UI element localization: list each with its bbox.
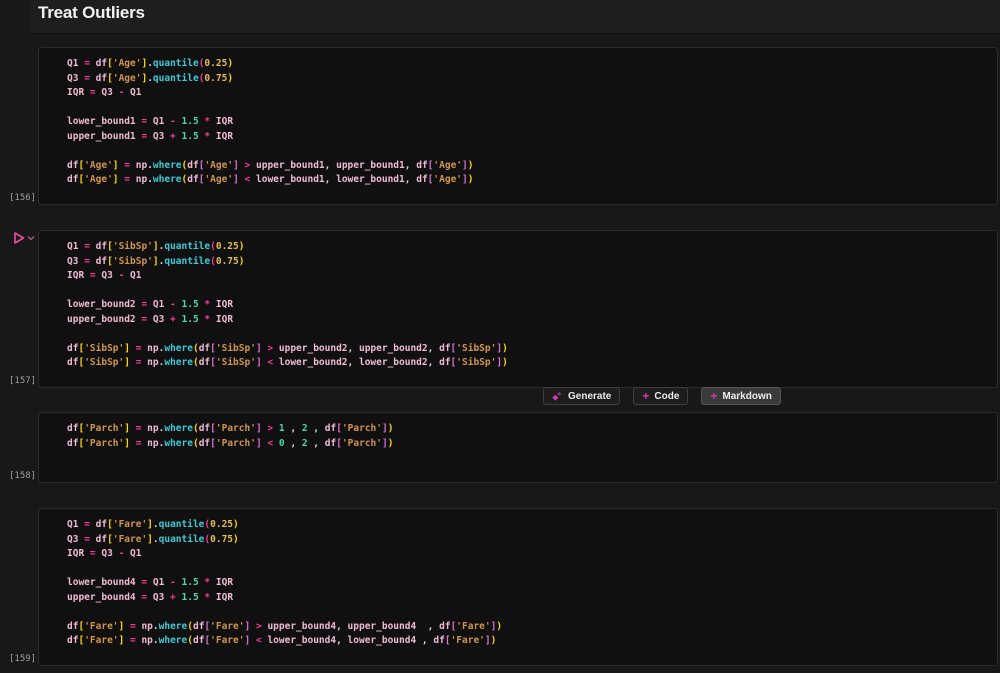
plus-icon: +: [642, 390, 649, 402]
code-line: Q1 = df['Fare'].quantile(0.25): [67, 518, 993, 533]
markdown-label: Markdown: [722, 391, 771, 402]
markdown-cell: Treat Outliers: [30, 0, 1000, 34]
code-cell-sibsp[interactable]: Q1 = df['SibSp'].quantile(0.25)Q3 = df['…: [38, 230, 998, 388]
generate-button[interactable]: Generate: [543, 387, 620, 405]
code-line: upper_bound2 = Q3 + 1.5 * IQR: [67, 313, 993, 328]
code-editor[interactable]: Q1 = df['Age'].quantile(0.25)Q3 = df['Ag…: [67, 57, 993, 188]
code-cell-fare[interactable]: Q1 = df['Fare'].quantile(0.25)Q3 = df['F…: [38, 508, 998, 666]
code-cell-parch[interactable]: df['Parch'] = np.where(df['Parch'] > 1 ,…: [38, 412, 998, 483]
code-line: upper_bound1 = Q3 + 1.5 * IQR: [67, 130, 993, 145]
code-line: df['SibSp'] = np.where(df['SibSp'] > upp…: [67, 342, 993, 357]
code-line: lower_bound1 = Q1 - 1.5 * IQR: [67, 115, 993, 130]
code-line: df['Age'] = np.where(df['Age'] < lower_b…: [67, 173, 993, 188]
code-line: [67, 327, 993, 342]
code-editor[interactable]: Q1 = df['SibSp'].quantile(0.25)Q3 = df['…: [67, 240, 993, 371]
code-line: df['Parch'] = np.where(df['Parch'] < 0 ,…: [67, 437, 993, 452]
execution-count: [158]: [9, 471, 37, 481]
code-line: Q1 = df['SibSp'].quantile(0.25): [67, 240, 993, 255]
add-markdown-cell-button[interactable]: + Markdown: [701, 387, 780, 405]
code-label: Code: [654, 391, 679, 402]
code-line: IQR = Q3 - Q1: [67, 547, 993, 562]
code-line: Q3 = df['Age'].quantile(0.75): [67, 72, 993, 87]
code-line: Q3 = df['SibSp'].quantile(0.75): [67, 255, 993, 270]
code-editor[interactable]: Q1 = df['Fare'].quantile(0.25)Q3 = df['F…: [67, 518, 993, 649]
code-line: Q3 = df['Fare'].quantile(0.75): [67, 533, 993, 548]
play-icon: [12, 231, 26, 245]
code-line: df['Parch'] = np.where(df['Parch'] > 1 ,…: [67, 422, 993, 437]
code-line: IQR = Q3 - Q1: [67, 86, 993, 101]
code-line: lower_bound4 = Q1 - 1.5 * IQR: [67, 576, 993, 591]
code-editor[interactable]: df['Parch'] = np.where(df['Parch'] > 1 ,…: [67, 422, 993, 451]
code-line: lower_bound2 = Q1 - 1.5 * IQR: [67, 298, 993, 313]
code-line: IQR = Q3 - Q1: [67, 269, 993, 284]
code-line: df['Fare'] = np.where(df['Fare'] > upper…: [67, 620, 993, 635]
execution-count: [159]: [9, 654, 37, 664]
generate-label: Generate: [568, 391, 611, 402]
notebook-page: Treat Outliers Q1 = df['Age'].quantile(0…: [0, 0, 1000, 673]
code-line: [67, 605, 993, 620]
add-code-cell-button[interactable]: + Code: [633, 387, 688, 405]
code-line: upper_bound4 = Q3 + 1.5 * IQR: [67, 591, 993, 606]
page-title: Treat Outliers: [38, 3, 145, 23]
code-cell-age[interactable]: Q1 = df['Age'].quantile(0.25)Q3 = df['Ag…: [38, 47, 998, 205]
code-line: df['SibSp'] = np.where(df['SibSp'] < low…: [67, 356, 993, 371]
code-line: Q1 = df['Age'].quantile(0.25): [67, 57, 993, 72]
chevron-down-icon: [27, 235, 35, 241]
sparkle-icon: [552, 391, 563, 402]
code-line: df['Fare'] = np.where(df['Fare'] < lower…: [67, 634, 993, 649]
code-line: [67, 284, 993, 299]
code-line: [67, 144, 993, 159]
execution-count: [156]: [9, 193, 37, 203]
plus-icon: +: [710, 390, 717, 402]
run-cell-button[interactable]: [12, 230, 38, 246]
execution-count: [157]: [9, 376, 37, 386]
code-line: [67, 101, 993, 116]
insert-cell-toolbar: Generate + Code + Markdown: [543, 387, 781, 405]
code-line: [67, 562, 993, 577]
code-line: df['Age'] = np.where(df['Age'] > upper_b…: [67, 159, 993, 174]
